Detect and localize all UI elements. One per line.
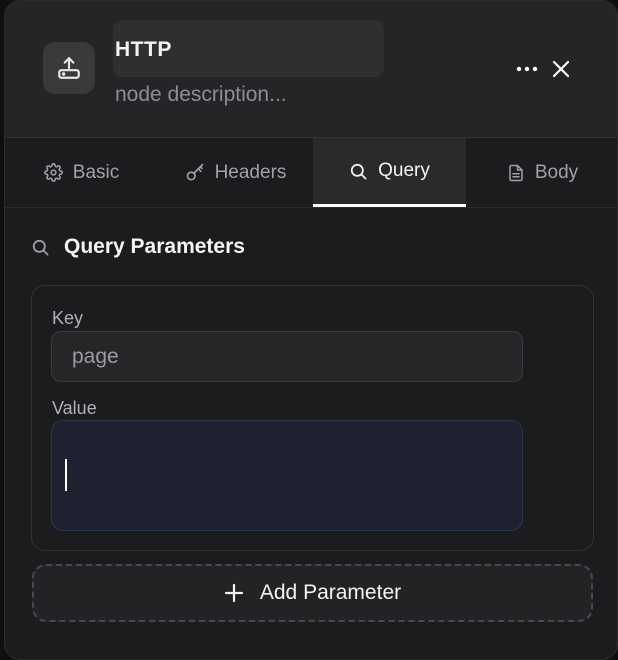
key-icon	[185, 163, 205, 183]
node-icon	[43, 42, 95, 94]
tab-query[interactable]: Query	[313, 138, 466, 207]
section-header: Query Parameters	[31, 235, 245, 259]
plus-icon	[224, 583, 244, 603]
add-parameter-button[interactable]: Add Parameter	[32, 564, 593, 622]
node-title-text: HTTP	[115, 38, 172, 61]
query-param-card: Key Value	[31, 285, 594, 551]
value-input[interactable]	[51, 420, 523, 531]
add-parameter-label: Add Parameter	[259, 581, 402, 604]
tab-basic[interactable]: Basic	[5, 138, 158, 207]
key-input[interactable]	[51, 331, 523, 382]
text-caret	[65, 459, 67, 491]
key-label: Key	[52, 308, 84, 328]
tab-headers[interactable]: Headers	[158, 138, 313, 207]
section-title: Query Parameters	[64, 235, 245, 258]
tab-bar: Basic Headers Query Body	[5, 138, 617, 208]
tab-body[interactable]: Body	[466, 138, 617, 207]
tab-query-label: Query	[378, 160, 430, 181]
close-icon	[552, 60, 570, 78]
value-label: Value	[52, 398, 97, 418]
gear-icon	[43, 163, 63, 182]
upload-tray-icon	[58, 57, 80, 79]
panel-header: HTTP node description...	[5, 1, 617, 138]
node-config-panel: HTTP node description... Basic Headers Q…	[4, 0, 618, 660]
search-icon	[349, 162, 368, 181]
node-title-input[interactable]: HTTP	[113, 20, 384, 77]
tab-basic-label: Basic	[72, 161, 120, 183]
more-horizontal-icon	[516, 66, 538, 72]
search-icon	[31, 238, 50, 257]
tab-body-label: Body	[534, 161, 579, 183]
more-options-button[interactable]	[511, 57, 543, 81]
document-icon	[507, 163, 525, 183]
node-description-input[interactable]: node description...	[115, 83, 287, 107]
tab-headers-label: Headers	[214, 161, 287, 183]
close-button[interactable]	[547, 55, 575, 83]
